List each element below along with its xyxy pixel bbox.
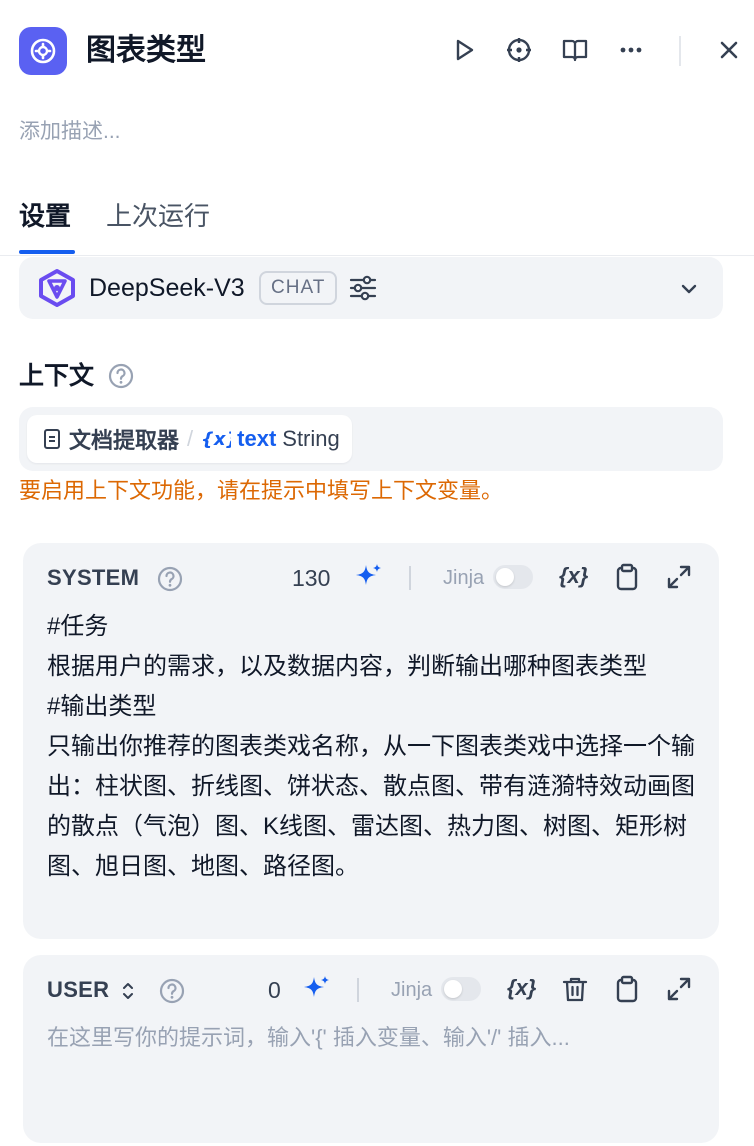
user-prompt-input[interactable]: 在这里写你的提示词，输入'{' 插入变量、输入'/' 插入... bbox=[47, 1021, 697, 1055]
user-role-label: USER bbox=[47, 977, 110, 1002]
system-char-count: 130 bbox=[292, 565, 331, 591]
node-title[interactable]: 图表类型 bbox=[86, 30, 206, 72]
clipboard-icon[interactable] bbox=[612, 562, 642, 592]
user-role-selector[interactable]: USER bbox=[47, 975, 136, 1005]
toolbar-divider bbox=[357, 978, 359, 1002]
path-separator: / bbox=[187, 426, 194, 451]
clipboard-icon[interactable] bbox=[612, 974, 642, 1004]
svg-text:{x}: {x} bbox=[201, 429, 231, 450]
panel-header: 图表类型 bbox=[0, 0, 754, 104]
description-input[interactable]: 添加描述... bbox=[19, 116, 121, 148]
help-circle-icon[interactable] bbox=[156, 565, 184, 593]
more-horizontal-icon bbox=[620, 47, 642, 53]
jinja-toggle[interactable] bbox=[493, 565, 533, 589]
ai-generate-sparkle-icon[interactable] bbox=[300, 973, 332, 1005]
context-variable-type: String bbox=[282, 426, 340, 451]
active-tab-indicator bbox=[19, 250, 75, 254]
more-button[interactable] bbox=[613, 32, 649, 68]
user-char-count: 0 bbox=[268, 977, 281, 1003]
help-circle-icon[interactable] bbox=[107, 362, 135, 390]
system-prompt-header: SYSTEM 130 Jinja {x} bbox=[23, 543, 719, 611]
jinja-toggle[interactable] bbox=[441, 977, 481, 1001]
help-circle-icon[interactable] bbox=[158, 977, 186, 1005]
locate-button[interactable] bbox=[501, 32, 537, 68]
model-provider-icon bbox=[39, 269, 75, 307]
model-selector[interactable]: DeepSeek-V3 CHAT bbox=[19, 257, 723, 319]
toolbar-divider bbox=[409, 566, 411, 590]
jinja-label: Jinja bbox=[391, 979, 433, 1001]
user-prompt-header: USER 0 Jinja {x} bbox=[23, 955, 719, 1023]
docs-button[interactable] bbox=[557, 32, 593, 68]
context-variable-name: text bbox=[237, 426, 277, 451]
jinja-label: Jinja bbox=[443, 567, 485, 589]
model-mode-badge: CHAT bbox=[259, 271, 338, 305]
tab-last-run[interactable]: 上次运行 bbox=[106, 196, 210, 236]
system-prompt-editor: SYSTEM 130 Jinja {x} #任务 根据用户的需求，以及数据内容，… bbox=[23, 543, 719, 939]
expand-icon[interactable] bbox=[664, 562, 694, 592]
crosshair-icon bbox=[507, 38, 531, 62]
book-open-icon bbox=[562, 39, 588, 62]
close-button[interactable] bbox=[711, 32, 747, 68]
run-button[interactable] bbox=[446, 32, 482, 68]
context-variable-pill[interactable]: 文档提取器 / {x} text String bbox=[27, 415, 352, 463]
play-icon bbox=[456, 39, 474, 61]
chevron-down-icon bbox=[681, 284, 697, 294]
sliders-icon[interactable] bbox=[347, 272, 379, 304]
node-type-icon bbox=[19, 27, 67, 75]
insert-variable-icon[interactable]: {x} bbox=[507, 973, 536, 1003]
user-prompt-editor: USER 0 Jinja {x} 在这里写你的提示词，输入'{' 插入变量、输入… bbox=[23, 955, 719, 1143]
system-role-label: SYSTEM bbox=[47, 565, 140, 590]
tab-bar: 设置 上次运行 bbox=[0, 190, 754, 256]
chevron-up-down-icon bbox=[122, 983, 133, 1000]
variable-icon: {x} bbox=[201, 429, 231, 450]
document-icon bbox=[44, 429, 60, 449]
header-divider bbox=[679, 36, 681, 66]
context-warning: 要启用上下文功能，请在提示中填写上下文变量。 bbox=[19, 478, 504, 503]
model-name: DeepSeek-V3 bbox=[89, 274, 245, 302]
close-icon bbox=[720, 41, 738, 59]
ai-generate-sparkle-icon[interactable] bbox=[352, 561, 384, 593]
compass-icon bbox=[30, 38, 56, 64]
expand-icon[interactable] bbox=[664, 974, 694, 1004]
insert-variable-icon[interactable]: {x} bbox=[559, 561, 588, 591]
system-prompt-text[interactable]: #任务 根据用户的需求，以及数据内容，判断输出哪种图表类型 #输出类型 只输出你… bbox=[47, 607, 697, 887]
context-source-node: 文档提取器 bbox=[69, 428, 180, 453]
context-variable-box[interactable]: 文档提取器 / {x} text String bbox=[19, 407, 723, 471]
context-label: 上下文 bbox=[19, 362, 95, 390]
trash-icon[interactable] bbox=[560, 974, 590, 1004]
tab-settings[interactable]: 设置 bbox=[19, 196, 71, 236]
